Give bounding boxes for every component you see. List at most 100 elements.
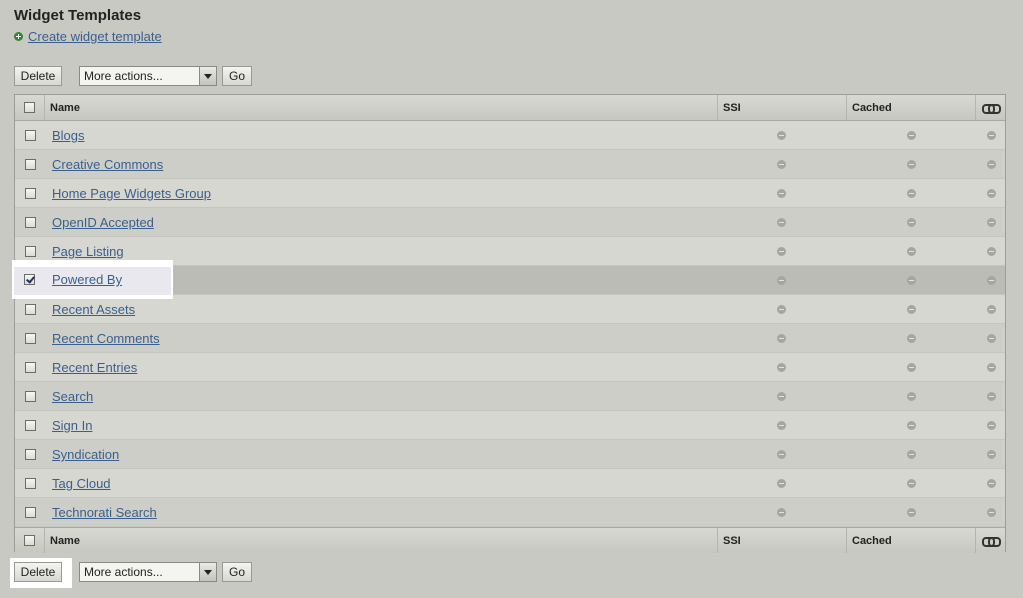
link-disabled-icon bbox=[986, 189, 996, 198]
ssi-disabled-icon bbox=[776, 189, 786, 198]
select-all-checkbox[interactable] bbox=[24, 102, 35, 113]
table-row[interactable]: Creative Commons bbox=[15, 150, 1005, 179]
ssi-disabled-icon bbox=[776, 305, 786, 314]
row-checkbox[interactable] bbox=[24, 420, 36, 431]
delete-button[interactable]: Delete bbox=[14, 66, 62, 86]
link-disabled-icon bbox=[986, 508, 996, 517]
link-disabled-icon bbox=[986, 247, 996, 256]
cached-disabled-icon bbox=[906, 247, 916, 256]
ssi-disabled-icon bbox=[776, 421, 786, 430]
widget-template-link[interactable]: Recent Comments bbox=[52, 331, 160, 346]
widget-template-link[interactable]: Blogs bbox=[52, 128, 85, 143]
ssi-disabled-icon bbox=[776, 334, 786, 343]
ssi-disabled-icon bbox=[776, 247, 786, 256]
cached-disabled-icon bbox=[906, 334, 916, 343]
ssi-disabled-icon bbox=[776, 508, 786, 517]
cached-disabled-icon bbox=[906, 160, 916, 169]
footer-column-ssi[interactable]: SSI bbox=[718, 528, 847, 553]
row-checkbox[interactable] bbox=[24, 217, 36, 228]
widget-template-link[interactable]: OpenID Accepted bbox=[52, 215, 154, 230]
row-checkbox[interactable] bbox=[24, 391, 36, 402]
create-widget-template-label[interactable]: Create widget template bbox=[28, 29, 162, 44]
row-checkbox[interactable] bbox=[24, 130, 36, 141]
more-actions-select-bottom[interactable]: More actions... bbox=[79, 562, 217, 582]
link-disabled-icon bbox=[986, 334, 996, 343]
row-checkbox[interactable] bbox=[24, 188, 36, 199]
table-row[interactable]: Syndication bbox=[15, 440, 1005, 469]
widget-template-link[interactable]: Technorati Search bbox=[52, 505, 157, 520]
table-row[interactable]: Tag Cloud bbox=[15, 469, 1005, 498]
create-widget-template-link[interactable]: Create widget template bbox=[14, 29, 162, 44]
ssi-disabled-icon bbox=[776, 131, 786, 140]
table-row[interactable]: OpenID Accepted bbox=[15, 208, 1005, 237]
more-actions-value-bottom: More actions... bbox=[84, 565, 163, 579]
cached-disabled-icon bbox=[906, 392, 916, 401]
link-disabled-icon bbox=[986, 305, 996, 314]
row-checkbox[interactable] bbox=[24, 507, 36, 518]
table-row[interactable]: Home Page Widgets Group bbox=[15, 179, 1005, 208]
ssi-disabled-icon bbox=[776, 218, 786, 227]
row-checkbox[interactable] bbox=[24, 246, 36, 257]
table-row[interactable]: Technorati Search bbox=[15, 498, 1005, 527]
ssi-disabled-icon bbox=[776, 276, 786, 285]
select-all-checkbox-footer[interactable] bbox=[24, 535, 35, 546]
chevron-down-icon[interactable] bbox=[199, 67, 216, 85]
widget-template-link[interactable]: Recent Assets bbox=[52, 302, 135, 317]
table-row[interactable]: Search bbox=[15, 382, 1005, 411]
cached-disabled-icon bbox=[906, 189, 916, 198]
widget-template-link[interactable]: Creative Commons bbox=[52, 157, 163, 172]
chain-link-icon bbox=[981, 536, 1001, 547]
delete-button-bottom[interactable]: Delete bbox=[14, 562, 62, 582]
widget-template-link[interactable]: Home Page Widgets Group bbox=[52, 186, 211, 201]
widget-template-link[interactable]: Recent Entries bbox=[52, 360, 137, 375]
cached-disabled-icon bbox=[906, 218, 916, 227]
footer-column-name[interactable]: Name bbox=[45, 528, 718, 553]
ssi-disabled-icon bbox=[776, 479, 786, 488]
table-footer: Name SSI Cached bbox=[15, 527, 1005, 553]
widget-template-link[interactable]: Syndication bbox=[52, 447, 119, 462]
widget-template-link[interactable]: Tag Cloud bbox=[52, 476, 111, 491]
row-checkbox[interactable] bbox=[24, 274, 35, 285]
widget-template-link[interactable]: Sign In bbox=[52, 418, 92, 433]
cached-disabled-icon bbox=[906, 450, 916, 459]
table-row[interactable]: Recent Entries bbox=[15, 353, 1005, 382]
ssi-disabled-icon bbox=[776, 392, 786, 401]
widget-template-link[interactable]: Powered By bbox=[52, 272, 122, 287]
table-row[interactable]: Recent Comments bbox=[15, 324, 1005, 353]
cached-disabled-icon bbox=[906, 276, 916, 285]
link-disabled-icon bbox=[986, 131, 996, 140]
widget-template-link[interactable]: Page Listing bbox=[52, 244, 124, 259]
link-disabled-icon bbox=[986, 160, 996, 169]
cached-disabled-icon bbox=[906, 305, 916, 314]
ssi-disabled-icon bbox=[776, 363, 786, 372]
ssi-disabled-icon bbox=[776, 450, 786, 459]
table-row[interactable]: Sign In bbox=[15, 411, 1005, 440]
table-row[interactable]: Recent Assets bbox=[15, 295, 1005, 324]
row-checkbox[interactable] bbox=[24, 333, 36, 344]
row-checkbox[interactable] bbox=[24, 449, 36, 460]
chevron-down-icon[interactable] bbox=[199, 563, 216, 581]
link-disabled-icon bbox=[986, 479, 996, 488]
go-button[interactable]: Go bbox=[222, 66, 252, 86]
table-row[interactable]: Blogs bbox=[15, 121, 1005, 150]
more-actions-select[interactable]: More actions... bbox=[79, 66, 217, 86]
link-disabled-icon bbox=[986, 276, 996, 285]
chain-link-icon bbox=[981, 103, 1001, 114]
widget-template-link[interactable]: Search bbox=[52, 389, 93, 404]
row-checkbox[interactable] bbox=[24, 159, 36, 170]
cached-disabled-icon bbox=[906, 479, 916, 488]
row-checkbox[interactable] bbox=[24, 478, 36, 489]
column-header-name[interactable]: Name bbox=[45, 95, 718, 120]
row-checkbox[interactable] bbox=[24, 304, 36, 315]
link-disabled-icon bbox=[986, 218, 996, 227]
row-checkbox[interactable] bbox=[24, 362, 36, 373]
page-title: Widget Templates bbox=[14, 7, 142, 24]
column-header-cached[interactable]: Cached bbox=[847, 95, 976, 120]
ssi-disabled-icon bbox=[776, 160, 786, 169]
link-disabled-icon bbox=[986, 421, 996, 430]
go-button-bottom[interactable]: Go bbox=[222, 562, 252, 582]
link-disabled-icon bbox=[986, 363, 996, 372]
top-actions-bar: Delete More actions... Go bbox=[14, 66, 252, 86]
footer-column-cached[interactable]: Cached bbox=[847, 528, 976, 553]
column-header-ssi[interactable]: SSI bbox=[718, 95, 847, 120]
